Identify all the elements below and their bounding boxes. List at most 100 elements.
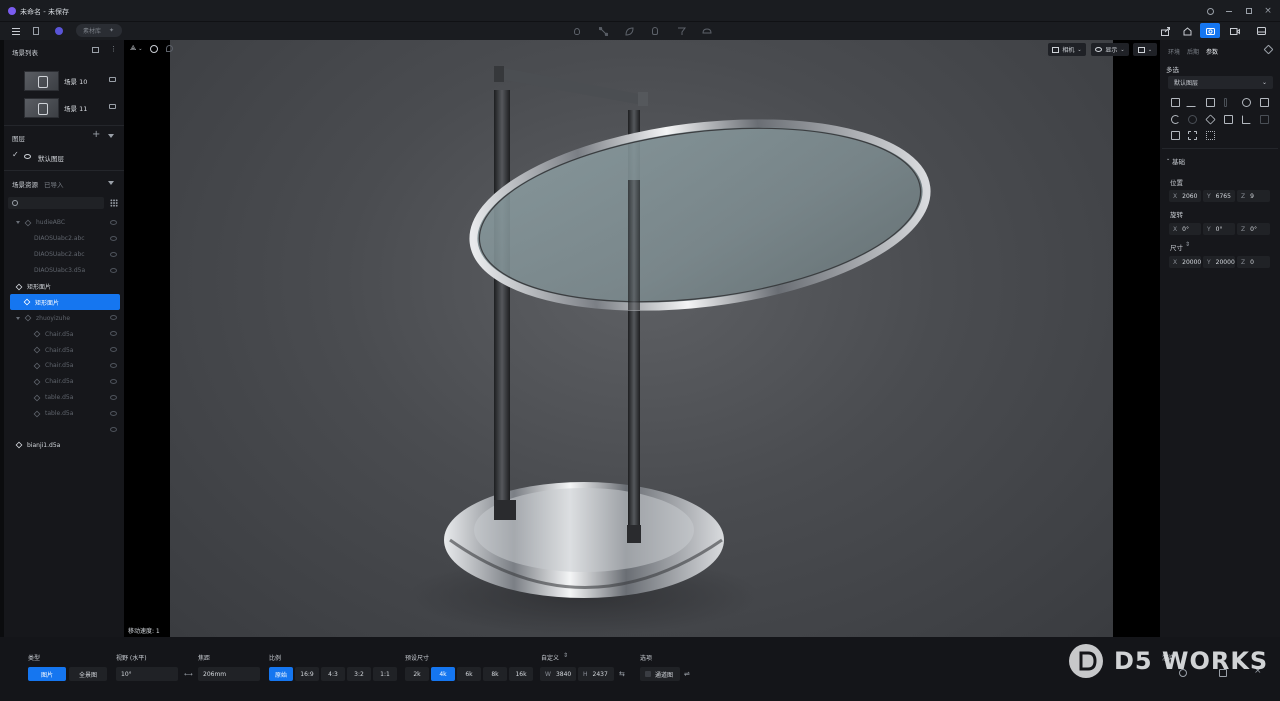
settings-sliders-icon[interactable]: ⇌ <box>684 670 690 678</box>
tree-row[interactable]: DIAOSUabc2.abc <box>4 247 124 263</box>
size-x-field[interactable]: X 20000 <box>1169 256 1201 268</box>
redo-icon[interactable] <box>1188 115 1197 124</box>
preset-4k-button[interactable]: 4k <box>431 667 455 681</box>
rotation-y-field[interactable]: Y 0° <box>1203 223 1235 235</box>
menu-icon[interactable] <box>8 22 24 40</box>
layer-eye-icon[interactable] <box>24 154 31 159</box>
scatter-icon[interactable] <box>1206 131 1215 140</box>
export-icon[interactable] <box>1242 115 1251 124</box>
pin-icon[interactable] <box>166 45 173 52</box>
size-lock-icon[interactable]: ⇕ <box>1185 241 1190 248</box>
path-icon[interactable] <box>595 22 611 40</box>
help-icon[interactable] <box>1203 4 1217 18</box>
rotation-z-field[interactable]: Z 0° <box>1237 223 1270 235</box>
visibility-eye-icon[interactable] <box>110 267 117 273</box>
view-switch-button[interactable]: ⌄ <box>1133 43 1157 56</box>
replace-icon[interactable] <box>1260 98 1269 107</box>
material-library-button[interactable]: 素材库 ✦ <box>76 24 122 37</box>
size-z-field[interactable]: Z0 <box>1237 256 1270 268</box>
close-button[interactable]: × <box>1261 4 1275 18</box>
camera-menu-button[interactable]: 相机 ⌄ <box>1048 43 1086 56</box>
position-y-field[interactable]: Y 6765 <box>1203 190 1235 202</box>
camera-icon[interactable] <box>109 104 116 109</box>
focus-icon[interactable] <box>1206 98 1215 107</box>
visibility-eye-icon[interactable] <box>110 378 117 384</box>
light-icon[interactable] <box>569 22 585 40</box>
bounds-icon[interactable] <box>1188 131 1197 140</box>
tree-row[interactable]: zhuoyizuhe <box>4 310 124 326</box>
visibility-eye-icon[interactable] <box>110 220 117 225</box>
rotation-x-field[interactable]: X 0° <box>1169 223 1201 235</box>
tab-params[interactable]: 参数 <box>1206 47 1218 56</box>
gallery-icon[interactable] <box>1253 22 1269 40</box>
preset-16k-button[interactable]: 16k <box>509 667 533 681</box>
scene-item[interactable]: 场景 11 <box>24 96 120 120</box>
visibility-eye-icon[interactable] <box>110 410 117 416</box>
add-layer-icon[interactable]: + <box>92 130 100 140</box>
channel-toggle[interactable]: 通道图 <box>640 667 680 681</box>
tree-row[interactable]: table.d5a <box>4 406 124 422</box>
swap-icon[interactable]: ⇆ <box>619 670 625 678</box>
position-x-field[interactable]: X 2060 <box>1169 190 1201 202</box>
display-menu-button[interactable]: 显示 ⌄ <box>1091 43 1129 56</box>
expand-caret-icon[interactable] <box>16 221 20 225</box>
tree-row[interactable]: 矩形面片 <box>4 279 124 295</box>
size-y-field[interactable]: Y 20000 <box>1203 256 1235 268</box>
tab-environment[interactable]: 环境 <box>1168 47 1180 56</box>
camera-icon[interactable] <box>109 77 116 82</box>
type-image-button[interactable]: 图片 <box>28 667 66 681</box>
custom-size-toggle-icon[interactable]: ⇕ <box>563 652 568 659</box>
imported-tab[interactable]: 已导入 <box>44 179 64 189</box>
tree-row[interactable]: DIAOSUabc3.d5a <box>4 263 124 279</box>
link-icon[interactable]: ⟷ <box>184 671 193 678</box>
cloud-icon[interactable] <box>699 22 715 40</box>
layer-select[interactable]: 默认图层 ⌄ <box>1168 76 1273 89</box>
minimize-button[interactable] <box>1222 4 1236 18</box>
folder-icon[interactable] <box>1224 115 1233 124</box>
edit-icon[interactable] <box>1224 98 1227 107</box>
basic-section-toggle[interactable]: ⌄ <box>1166 156 1170 162</box>
type-panorama-button[interactable]: 全景图 <box>69 667 107 681</box>
assets-filter-icon[interactable] <box>108 181 114 185</box>
share-icon[interactable] <box>1157 22 1173 40</box>
tree-row[interactable]: hudieABC <box>4 215 124 231</box>
visibility-eye-icon[interactable] <box>110 251 117 257</box>
expand-caret-icon[interactable] <box>16 316 20 320</box>
file-icon[interactable] <box>28 22 44 40</box>
maximize-button[interactable] <box>1242 4 1256 18</box>
tree-row[interactable]: table.d5a <box>4 390 124 406</box>
ratio-16-9-button[interactable]: 16:9 <box>295 667 319 681</box>
material-icon[interactable] <box>51 22 67 40</box>
tree-row[interactable]: DIAOSUabc2.abc <box>4 231 124 247</box>
position-z-field[interactable]: Z9 <box>1237 190 1270 202</box>
tree-row[interactable]: Chair.d5a <box>4 358 124 374</box>
render-house-icon[interactable] <box>1179 22 1195 40</box>
visibility-eye-icon[interactable] <box>110 426 117 432</box>
ratio-3-2-button[interactable]: 3:2 <box>347 667 371 681</box>
image-mode-icon[interactable] <box>1200 23 1220 38</box>
height-input[interactable]: H 2437 <box>578 667 614 681</box>
checkbox[interactable] <box>645 671 651 677</box>
copy-icon[interactable] <box>1171 98 1180 107</box>
hand-icon[interactable] <box>647 22 663 40</box>
axis-tool-icon[interactable]: ⟁ ⌄ <box>130 44 142 53</box>
group-icon[interactable] <box>1260 115 1269 124</box>
globe-icon[interactable] <box>150 45 158 53</box>
grid-view-icon[interactable] <box>110 199 118 207</box>
filter-icon[interactable] <box>108 134 114 138</box>
visibility-eye-icon[interactable] <box>110 331 117 337</box>
add-scene-icon[interactable] <box>92 47 99 53</box>
scale-icon[interactable] <box>1171 131 1180 140</box>
ratio-1-1-button[interactable]: 1:1 <box>373 667 397 681</box>
tree-row[interactable] <box>4 422 124 438</box>
assets-title[interactable]: 场景资源 <box>12 179 38 189</box>
tab-post[interactable]: 后期 <box>1187 47 1199 56</box>
tree-icon[interactable] <box>673 22 689 40</box>
visibility-eye-icon[interactable] <box>110 394 117 400</box>
video-icon[interactable] <box>1227 22 1243 40</box>
width-input[interactable]: W 3840 <box>540 667 576 681</box>
preset-8k-button[interactable]: 8k <box>483 667 507 681</box>
tree-row[interactable]: Chair.d5a <box>4 326 124 342</box>
scene-item[interactable]: 场景 10 <box>24 69 120 93</box>
render-viewport[interactable] <box>170 40 1113 637</box>
